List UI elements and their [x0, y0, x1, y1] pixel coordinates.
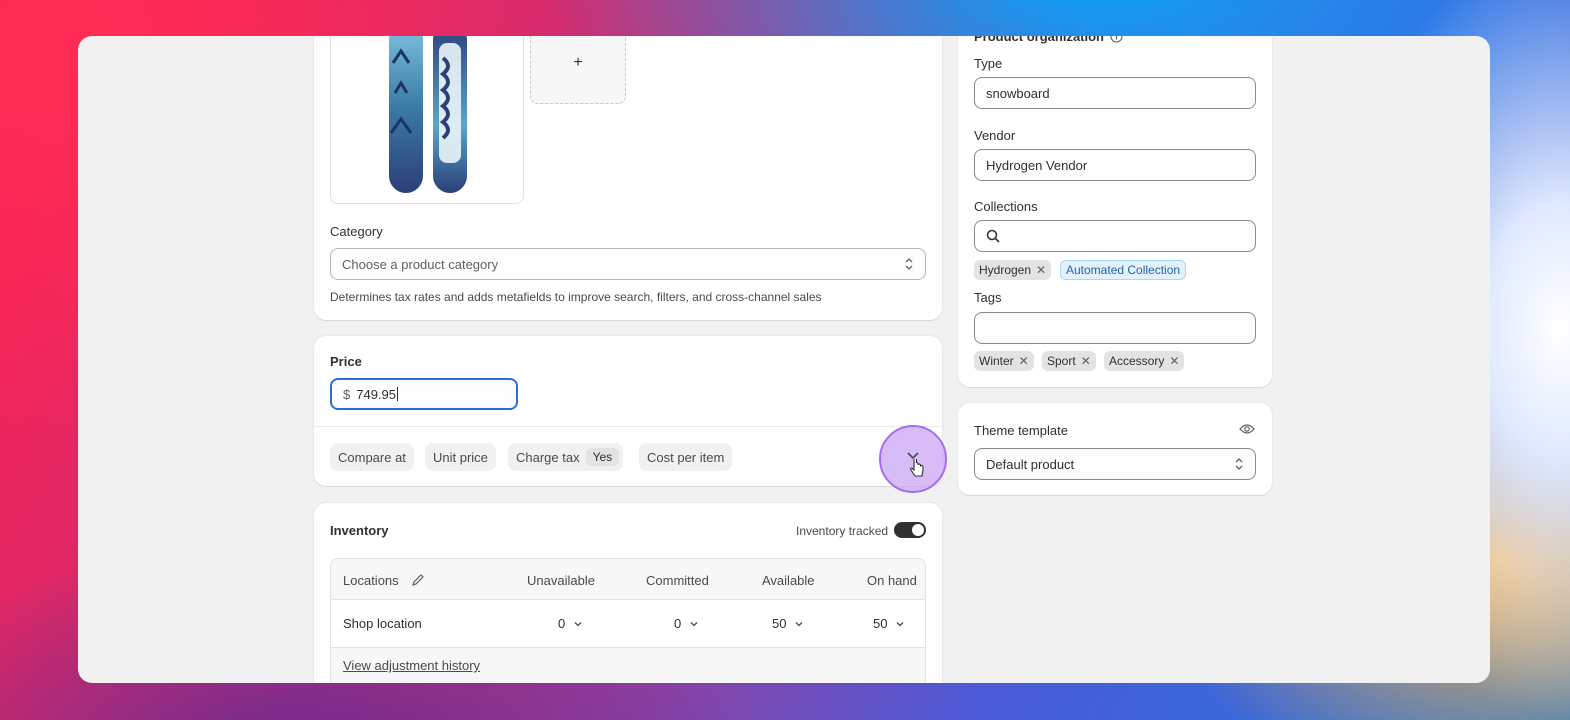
inventory-table: Locations Unavailable Committed Availabl…	[330, 558, 926, 683]
tag-label: Winter	[979, 354, 1014, 368]
media-category-card: + Category Choose a product category Det…	[314, 36, 942, 320]
chevron-down-icon	[690, 621, 698, 626]
text-caret	[397, 387, 398, 401]
tag-winter: Winter ✕	[974, 351, 1034, 371]
category-select[interactable]: Choose a product category	[330, 248, 926, 280]
price-title: Price	[330, 354, 362, 369]
remove-icon[interactable]: ✕	[1081, 354, 1091, 368]
tag-label: Sport	[1047, 354, 1076, 368]
theme-template-select[interactable]: Default product	[974, 448, 1256, 480]
tag-label: Accessory	[1109, 354, 1165, 368]
compare-at-label: Compare at	[338, 449, 406, 465]
category-help-text: Determines tax rates and adds metafields…	[330, 290, 822, 304]
tag-accessory: Accessory ✕	[1104, 351, 1185, 371]
on-hand-cell[interactable]: 50	[873, 616, 905, 631]
remove-icon[interactable]: ✕	[1019, 354, 1029, 368]
search-icon	[986, 229, 1000, 243]
compare-at-option[interactable]: Compare at	[330, 443, 414, 471]
unavailable-cell[interactable]: 0	[558, 616, 583, 631]
product-image[interactable]	[330, 36, 524, 204]
hand-cursor-icon	[910, 459, 924, 477]
available-cell[interactable]: 50	[772, 616, 804, 631]
theme-template-value: Default product	[986, 456, 1075, 472]
category-placeholder: Choose a product category	[342, 256, 499, 272]
collection-tag-label: Automated Collection	[1066, 263, 1181, 277]
view-adjustment-history-link[interactable]: View adjustment history	[343, 658, 480, 673]
info-icon[interactable]	[1110, 36, 1123, 43]
product-organization-card: Product organization Type snowboard Vend…	[958, 36, 1272, 387]
available-value: 50	[772, 616, 787, 631]
unavailable-value: 0	[558, 616, 566, 631]
toggle-knob	[912, 524, 924, 536]
organization-title: Product organization	[974, 36, 1123, 44]
remove-icon[interactable]: ✕	[1169, 354, 1179, 368]
tags-input[interactable]	[974, 312, 1256, 344]
vendor-input[interactable]: Hydrogen Vendor	[974, 149, 1256, 181]
unit-price-label: Unit price	[433, 449, 488, 465]
price-divider	[314, 426, 942, 427]
committed-value: 0	[674, 616, 682, 631]
add-media-button[interactable]: +	[530, 36, 626, 104]
tags-label: Tags	[974, 290, 1002, 305]
category-label: Category	[330, 224, 383, 239]
table-row: Shop location 0 0 50 50	[331, 600, 925, 648]
select-arrows-icon	[1235, 458, 1243, 470]
charge-tax-label: Charge tax	[516, 449, 580, 465]
row-location: Shop location	[343, 616, 422, 631]
snowboard-image	[389, 36, 467, 193]
currency-symbol: $	[343, 386, 351, 402]
vendor-value: Hydrogen Vendor	[986, 157, 1088, 173]
charge-tax-badge: Yes	[585, 448, 620, 466]
collection-tag-label: Hydrogen	[979, 263, 1032, 277]
price-value: 749.95	[356, 386, 396, 402]
cost-per-item-option[interactable]: Cost per item	[639, 443, 733, 471]
tag-sport: Sport ✕	[1042, 351, 1096, 371]
col-unavailable: Unavailable	[527, 573, 595, 588]
eye-icon[interactable]	[1239, 423, 1255, 435]
inventory-tracked-toggle[interactable]	[894, 522, 926, 538]
type-input[interactable]: snowboard	[974, 77, 1256, 109]
collections-search-input[interactable]	[974, 220, 1256, 252]
theme-template-card: Theme template Default product	[958, 403, 1272, 495]
chevron-down-icon	[897, 621, 904, 626]
col-committed: Committed	[646, 573, 709, 588]
type-label: Type	[974, 56, 1003, 71]
inventory-title: Inventory	[330, 523, 389, 538]
on-hand-value: 50	[873, 616, 888, 631]
pencil-icon[interactable]	[411, 573, 425, 587]
cost-per-item-label: Cost per item	[647, 449, 725, 465]
price-card: Price $ 749.95 Compare at Unit price Cha…	[314, 336, 947, 493]
table-header: Locations Unavailable Committed Availabl…	[331, 559, 925, 600]
charge-tax-option[interactable]: Charge tax Yes	[508, 443, 624, 471]
chevron-down-icon	[574, 621, 582, 626]
unit-price-option[interactable]: Unit price	[425, 443, 496, 471]
type-value: snowboard	[986, 85, 1050, 101]
committed-cell[interactable]: 0	[674, 616, 699, 631]
expand-options-button[interactable]	[879, 425, 947, 493]
theme-template-label: Theme template	[974, 423, 1068, 438]
collections-label: Collections	[974, 199, 1038, 214]
organization-title-text: Product organization	[974, 36, 1104, 44]
price-input[interactable]: $ 749.95	[330, 378, 518, 410]
table-footer: View adjustment history	[331, 648, 925, 683]
collection-tag-automated: Automated Collection	[1060, 260, 1187, 280]
add-icon: +	[573, 54, 583, 71]
app-window: + Category Choose a product category Det…	[78, 36, 1490, 683]
vendor-label: Vendor	[974, 128, 1016, 143]
collection-tag-hydrogen: Hydrogen ✕	[974, 260, 1052, 280]
col-on-hand: On hand	[867, 573, 917, 588]
inventory-card: Inventory Inventory tracked Locations Un…	[314, 503, 942, 683]
col-available: Available	[762, 573, 815, 588]
col-locations: Locations	[343, 573, 399, 588]
select-arrows-icon	[905, 258, 913, 270]
inventory-tracked-label: Inventory tracked	[796, 524, 889, 538]
chevron-down-icon	[796, 621, 803, 626]
remove-icon[interactable]: ✕	[1036, 263, 1046, 277]
